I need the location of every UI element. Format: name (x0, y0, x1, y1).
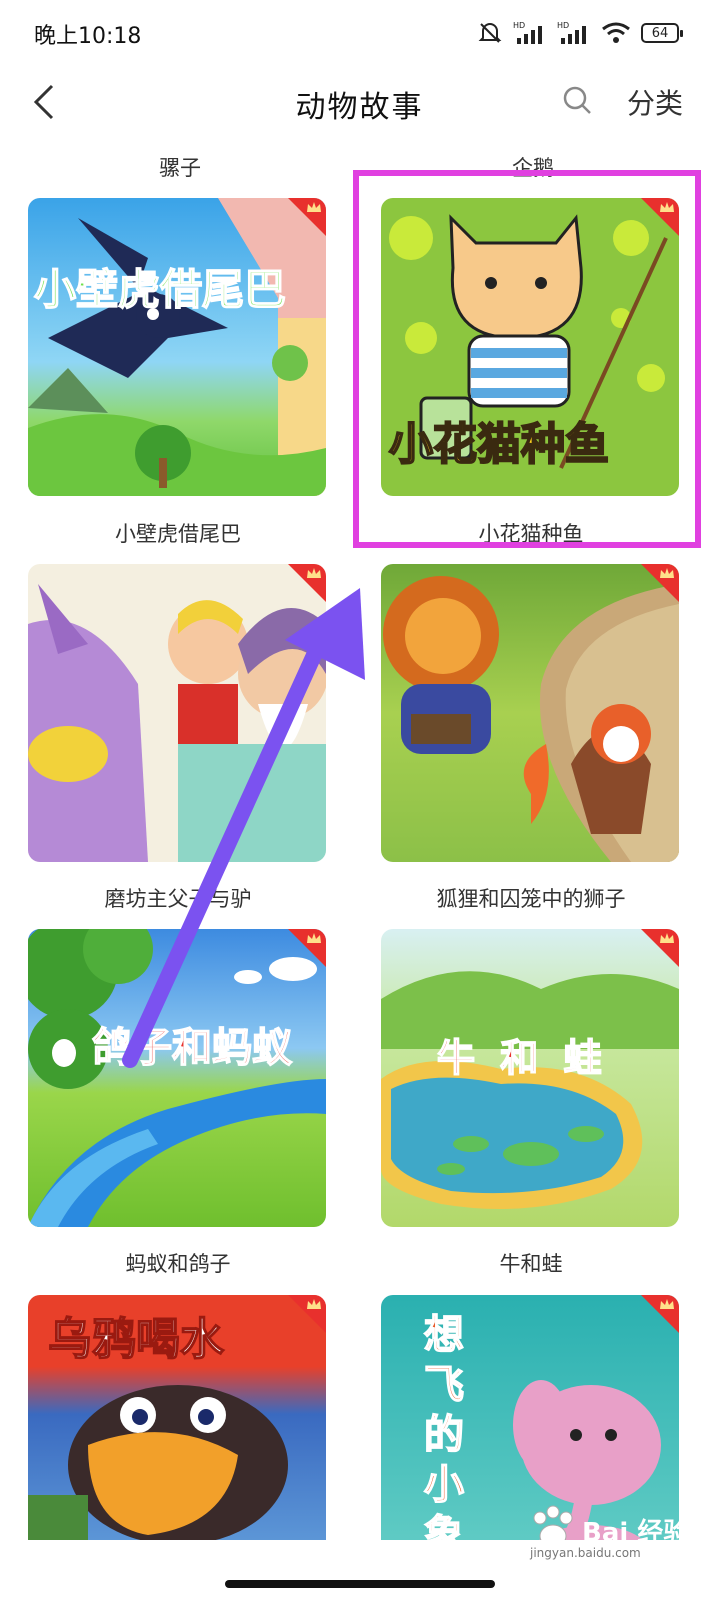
story-label[interactable]: 磨坊主父子与驴 (18, 883, 338, 913)
story-card[interactable]: 牛 和 蛙 (381, 929, 679, 1227)
status-icons: HD HD 64 (477, 18, 683, 48)
cover-title: 乌鸦喝水 (47, 1313, 225, 1366)
cover-title: 鸽子和蚂蚁 (91, 1024, 293, 1072)
status-time: 晚上10:18 (34, 24, 142, 49)
cover-title: 牛 和 蛙 (436, 1035, 608, 1081)
watermark-url: jingyan.baidu.com (530, 1546, 641, 1560)
page-title: 动物故事 (295, 90, 424, 125)
category-button[interactable]: 分类 (627, 82, 683, 122)
crown-icon (660, 568, 674, 578)
story-label[interactable]: 牛和蛙 (371, 1248, 691, 1278)
crown-icon (660, 933, 674, 943)
search-icon (563, 86, 591, 114)
cover-title: 想飞的小象 (416, 1312, 464, 1564)
crown-icon (307, 568, 321, 578)
hd-signal-icon: HD (557, 21, 586, 44)
story-card[interactable] (28, 564, 326, 862)
story-label[interactable]: 蚂蚁和鸽子 (18, 1248, 338, 1278)
cover-title: 小壁虎借尾巴 (33, 264, 287, 315)
story-label[interactable]: 小壁虎借尾巴 (18, 518, 338, 548)
story-card[interactable]: 小壁虎借尾巴 (28, 198, 326, 496)
cover-illustration (383, 576, 679, 862)
cover-illustration (28, 584, 326, 862)
home-indicator[interactable] (225, 1580, 495, 1588)
story-label[interactable]: 骡子 (30, 152, 330, 182)
battery-icon: 64 (641, 23, 683, 43)
search-button[interactable] (561, 84, 595, 118)
wifi-icon (602, 22, 630, 43)
svg-text:HD: HD (513, 21, 525, 30)
crown-icon (307, 202, 321, 212)
svg-text:HD: HD (557, 21, 569, 30)
cover-illustration (28, 929, 326, 1227)
highlight-box (353, 170, 701, 548)
header: 动物故事 分类 (0, 64, 719, 144)
story-label[interactable]: 狐狸和囚笼中的狮子 (371, 883, 691, 913)
crown-icon (307, 1299, 321, 1309)
hd-signal-icon: HD (513, 21, 542, 44)
crown-icon (660, 1299, 674, 1309)
cover-illustration (28, 198, 326, 496)
status-bar: 晚上10:18 HD HD 64 (0, 0, 719, 64)
crown-icon (307, 933, 321, 943)
story-card[interactable] (381, 564, 679, 862)
mute-bell-icon (478, 23, 502, 43)
story-card[interactable]: 鸽子和蚂蚁 (28, 929, 326, 1227)
